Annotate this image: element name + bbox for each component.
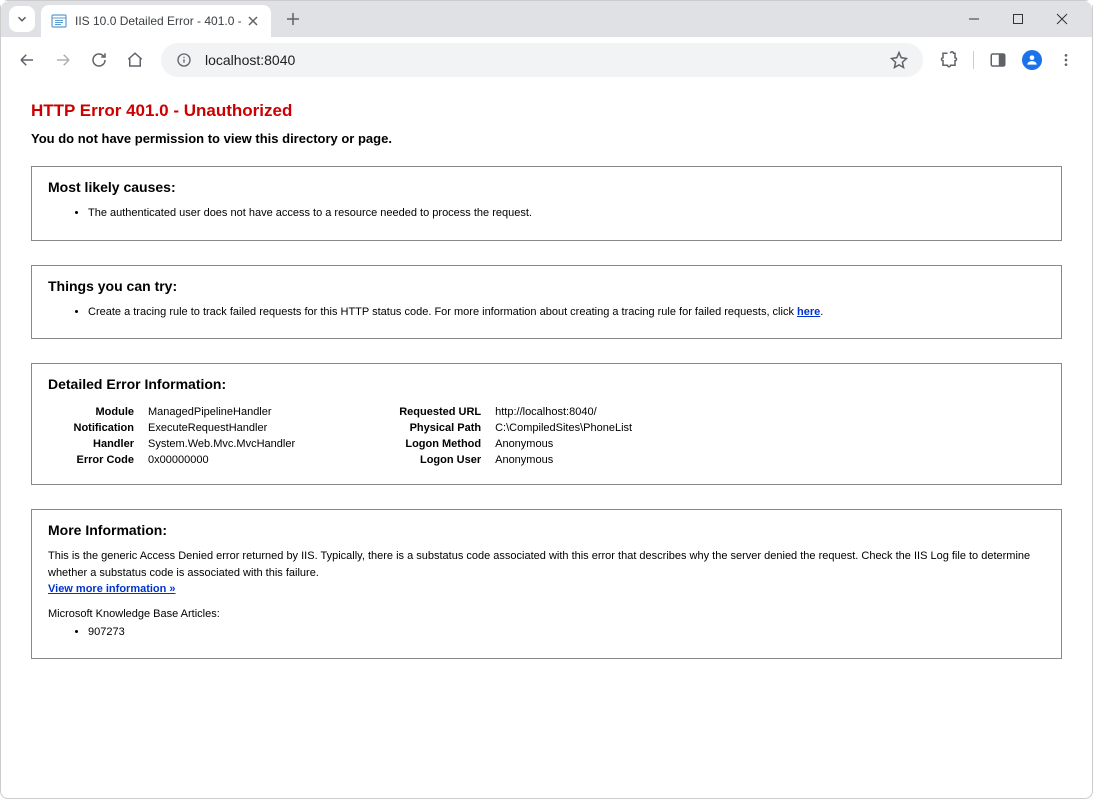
causes-heading: Most likely causes: bbox=[48, 179, 1045, 195]
handler-label: Handler bbox=[48, 436, 148, 452]
browser-tab[interactable]: IIS 10.0 Detailed Error - 401.0 - bbox=[41, 5, 271, 37]
error-subtitle: You do not have permission to view this … bbox=[31, 131, 1062, 146]
side-panel-icon bbox=[989, 51, 1007, 69]
module-label: Module bbox=[48, 404, 148, 420]
extensions-button[interactable] bbox=[933, 44, 965, 76]
plus-icon bbox=[286, 12, 300, 26]
back-button[interactable] bbox=[11, 44, 43, 76]
kb-list: 907273 bbox=[48, 624, 1045, 641]
page-content: HTTP Error 401.0 - Unauthorized You do n… bbox=[1, 83, 1092, 701]
causes-box: Most likely causes: The authenticated us… bbox=[31, 166, 1062, 241]
tab-title: IIS 10.0 Detailed Error - 401.0 - bbox=[75, 14, 241, 28]
physical-path-value: C:\CompiledSites\PhoneList bbox=[495, 420, 632, 436]
module-value: ManagedPipelineHandler bbox=[148, 404, 295, 420]
error-code-label: Error Code bbox=[48, 452, 148, 468]
maximize-button[interactable] bbox=[996, 4, 1040, 34]
arrow-left-icon bbox=[18, 51, 36, 69]
detail-heading: Detailed Error Information: bbox=[48, 376, 1045, 392]
site-info-button[interactable] bbox=[175, 51, 193, 69]
reload-button[interactable] bbox=[83, 44, 115, 76]
causes-list: The authenticated user does not have acc… bbox=[48, 205, 1045, 222]
try-text-suffix: . bbox=[820, 306, 823, 318]
bookmark-button[interactable] bbox=[889, 50, 909, 70]
profile-button[interactable] bbox=[1018, 46, 1046, 74]
puzzle-icon bbox=[940, 51, 958, 69]
requested-url-label: Requested URL bbox=[395, 404, 495, 420]
detail-col-left: Module ManagedPipelineHandler Notificati… bbox=[48, 404, 295, 468]
reload-icon bbox=[90, 51, 108, 69]
more-info-body: This is the generic Access Denied error … bbox=[48, 550, 1030, 579]
window-close-button[interactable] bbox=[1040, 4, 1084, 34]
requested-url-value: http://localhost:8040/ bbox=[495, 404, 632, 420]
error-title: HTTP Error 401.0 - Unauthorized bbox=[31, 101, 1062, 121]
list-item: Create a tracing rule to track failed re… bbox=[88, 304, 1045, 321]
try-list: Create a tracing rule to track failed re… bbox=[48, 304, 1045, 321]
detail-box: Detailed Error Information: Module Manag… bbox=[31, 363, 1062, 485]
home-button[interactable] bbox=[119, 44, 151, 76]
list-item: The authenticated user does not have acc… bbox=[88, 205, 1045, 222]
address-bar[interactable]: localhost:8040 bbox=[161, 43, 923, 77]
browser-chrome: IIS 10.0 Detailed Error - 401.0 - bbox=[1, 1, 1092, 83]
close-icon bbox=[1056, 13, 1068, 25]
tab-bar: IIS 10.0 Detailed Error - 401.0 - bbox=[1, 1, 1092, 37]
toolbar: localhost:8040 bbox=[1, 37, 1092, 83]
star-icon bbox=[890, 51, 908, 69]
try-heading: Things you can try: bbox=[48, 278, 1045, 294]
more-info-box: More Information: This is the generic Ac… bbox=[31, 509, 1062, 659]
error-code-value: 0x00000000 bbox=[148, 452, 295, 468]
main-menu-button[interactable] bbox=[1050, 44, 1082, 76]
chevron-down-icon bbox=[15, 12, 29, 26]
dots-vertical-icon bbox=[1058, 52, 1074, 68]
url-text: localhost:8040 bbox=[205, 52, 889, 68]
window-controls bbox=[952, 4, 1084, 34]
detail-col-right: Requested URL http://localhost:8040/ Phy… bbox=[395, 404, 632, 468]
home-icon bbox=[126, 51, 144, 69]
logon-method-label: Logon Method bbox=[395, 436, 495, 452]
minimize-icon bbox=[968, 13, 980, 25]
notification-value: ExecuteRequestHandler bbox=[148, 420, 295, 436]
try-box: Things you can try: Create a tracing rul… bbox=[31, 265, 1062, 340]
more-info-heading: More Information: bbox=[48, 522, 1045, 538]
logon-user-label: Logon User bbox=[395, 452, 495, 468]
kb-label: Microsoft Knowledge Base Articles: bbox=[48, 608, 1045, 620]
minimize-button[interactable] bbox=[952, 4, 996, 34]
handler-value: System.Web.Mvc.MvcHandler bbox=[148, 436, 295, 452]
logon-method-value: Anonymous bbox=[495, 436, 632, 452]
try-text-prefix: Create a tracing rule to track failed re… bbox=[88, 306, 797, 318]
divider bbox=[973, 51, 974, 69]
physical-path-label: Physical Path bbox=[395, 420, 495, 436]
info-icon bbox=[176, 52, 192, 68]
side-panel-button[interactable] bbox=[982, 44, 1014, 76]
list-item: 907273 bbox=[88, 624, 1045, 641]
avatar-icon bbox=[1022, 50, 1042, 70]
maximize-icon bbox=[1012, 13, 1024, 25]
tracing-help-link[interactable]: here bbox=[797, 306, 820, 318]
logon-user-value: Anonymous bbox=[495, 452, 632, 468]
tab-close-button[interactable] bbox=[245, 13, 261, 29]
view-more-link[interactable]: View more information » bbox=[48, 583, 176, 595]
forward-button[interactable] bbox=[47, 44, 79, 76]
tab-search-button[interactable] bbox=[9, 6, 35, 32]
close-icon bbox=[248, 16, 258, 26]
detail-grid: Module ManagedPipelineHandler Notificati… bbox=[48, 402, 1045, 470]
iis-favicon-icon bbox=[51, 13, 67, 29]
arrow-right-icon bbox=[54, 51, 72, 69]
more-info-text: This is the generic Access Denied error … bbox=[48, 548, 1045, 598]
new-tab-button[interactable] bbox=[279, 5, 307, 33]
notification-label: Notification bbox=[48, 420, 148, 436]
